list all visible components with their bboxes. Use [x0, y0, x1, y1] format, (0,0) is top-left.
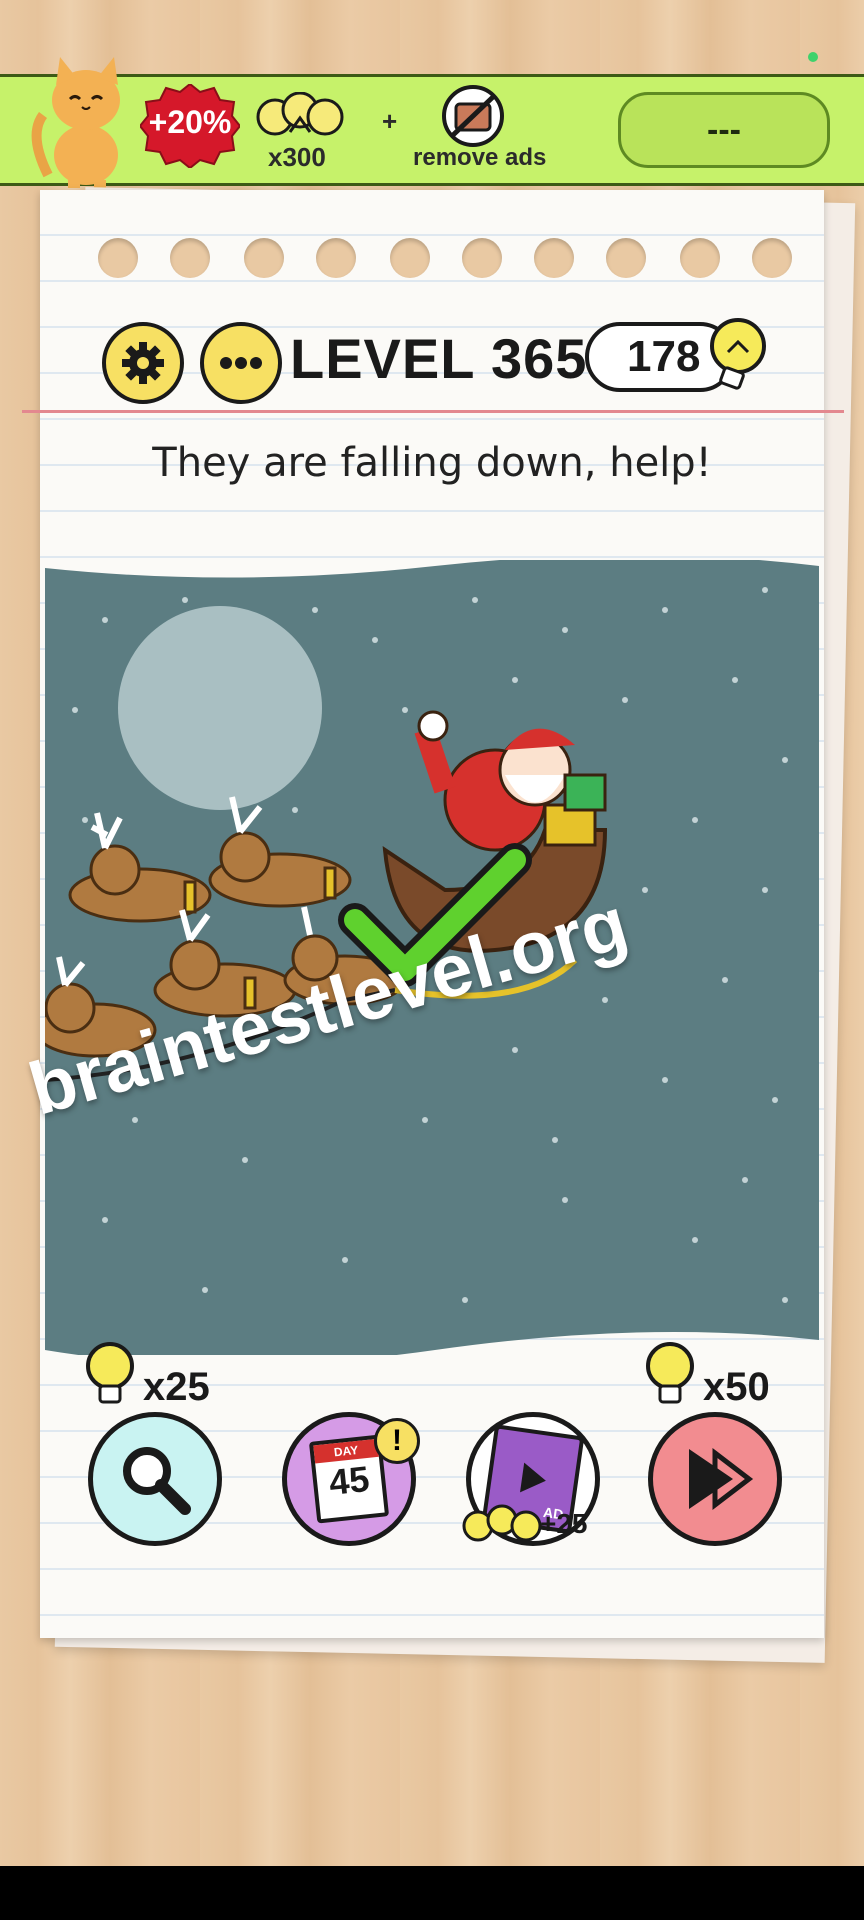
binder-hole: [390, 238, 430, 278]
gear-icon: [122, 342, 164, 384]
question-text: They are falling down, help!: [152, 440, 712, 486]
daily-alert-badge: !: [374, 1418, 420, 1464]
search-cost: x25: [143, 1365, 210, 1409]
alert-mark: !: [392, 1424, 402, 1457]
skip-level-button[interactable]: [648, 1412, 782, 1546]
binder-hole: [98, 238, 138, 278]
remove-ads-text: remove ads: [413, 144, 547, 171]
skip-cost: x50: [703, 1365, 770, 1409]
magnifier-icon: [123, 1447, 191, 1515]
bulbs-amount: x300: [268, 142, 326, 172]
bulb-bundle-icon: [462, 1500, 542, 1546]
settings-button[interactable]: [102, 322, 184, 404]
binder-hole: [534, 238, 574, 278]
status-dot: [808, 52, 818, 62]
level-title: LEVEL 365: [290, 327, 588, 390]
binder-hole: [680, 238, 720, 278]
binder-hole: [752, 238, 792, 278]
play-skip-icon: [689, 1447, 754, 1511]
calendar-day: 45: [327, 1458, 372, 1503]
more-button[interactable]: [200, 322, 282, 404]
search-button[interactable]: [88, 1412, 222, 1546]
bulb-bundle-icon: [255, 91, 345, 142]
binder-hole: [170, 238, 210, 278]
hint-count: 178: [627, 332, 701, 381]
header-divider: [22, 410, 844, 413]
binder-hole: [316, 238, 356, 278]
ad-reward: +25: [540, 1508, 588, 1539]
discount-badge: +20%: [138, 82, 242, 170]
binder-hole: [606, 238, 646, 278]
bulb-icon: [82, 1340, 138, 1412]
bulb-icon: [642, 1340, 698, 1412]
binder-hole: [244, 238, 284, 278]
system-nav-bar: [0, 1866, 864, 1920]
no-tv-icon: [438, 84, 508, 148]
plus-sign: +: [382, 106, 398, 136]
bulb-icon: [700, 316, 772, 396]
price-button[interactable]: ---: [618, 92, 830, 168]
binder-hole: [462, 238, 502, 278]
moon: [118, 606, 322, 810]
dots-icon: [220, 357, 262, 369]
discount-text: +20%: [148, 104, 232, 140]
cat-icon: [28, 55, 128, 190]
